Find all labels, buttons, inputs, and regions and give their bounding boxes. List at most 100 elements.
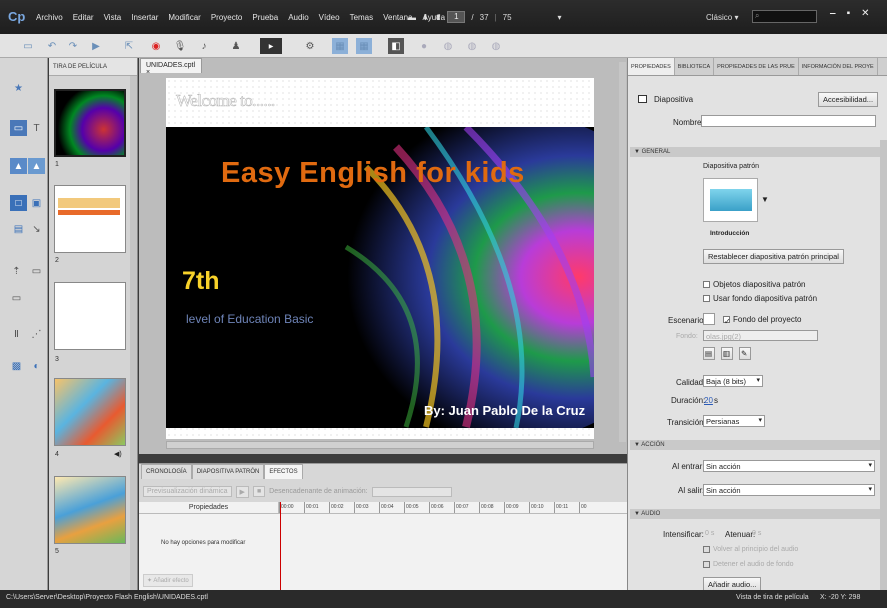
maximize-icon[interactable]: ▪ xyxy=(847,8,851,19)
publish-icon[interactable]: ⇱ xyxy=(121,38,137,54)
background-field[interactable]: olas.jpg(2) xyxy=(703,330,818,341)
minimize-icon[interactable]: ‒ xyxy=(830,8,836,19)
slide-welcome-text[interactable]: Welcome to...... xyxy=(176,91,276,111)
section-general[interactable]: ▼ GENERAL xyxy=(630,147,880,157)
text-box-icon[interactable]: Ⅱ xyxy=(8,326,25,342)
timeline-playhead[interactable] xyxy=(280,502,281,591)
preview-icon[interactable]: ▶ xyxy=(88,38,104,54)
slide-layout-icon[interactable]: ▦ xyxy=(332,38,348,54)
menu-editar[interactable]: Editar xyxy=(73,13,94,22)
arrow-down-icon[interactable]: ⬇ xyxy=(422,13,429,22)
save-icon[interactable]: ▭ xyxy=(20,38,36,54)
menu-archivo[interactable]: Archivo xyxy=(36,13,63,22)
menu-proyecto[interactable]: Proyecto xyxy=(211,13,243,22)
time-ruler[interactable]: 00:00 00:01 00:02 00:03 00:04 00:05 00:06 00:07… xyxy=(279,502,627,514)
slide-thumbnail-1[interactable] xyxy=(54,89,126,157)
tab-propiedades[interactable]: PROPIEDADES xyxy=(628,58,675,75)
record-icon[interactable]: ◉ xyxy=(148,38,164,54)
video-icon[interactable]: ◐ xyxy=(28,358,45,374)
pointer-icon[interactable]: ↘ xyxy=(28,221,45,237)
stage-color-swatch[interactable] xyxy=(703,313,715,325)
transition-select[interactable]: Persianas ▾ xyxy=(703,415,765,427)
browse-icon[interactable]: ▤ xyxy=(703,347,715,360)
live-preview-button[interactable]: Previsualización dinámica xyxy=(143,486,232,497)
tab-informacion-proyecto[interactable]: INFORMACIÓN DEL PROYE xyxy=(799,58,878,75)
arrow-up-icon[interactable]: ⬆ xyxy=(435,13,442,22)
zoom-dropdown-icon[interactable]: ▾ xyxy=(558,13,562,22)
slide-master-icon[interactable]: ▦ xyxy=(356,38,372,54)
edit-icon[interactable]: ✎ xyxy=(739,347,751,360)
sync-icon[interactable]: ◍ xyxy=(488,38,504,54)
music-icon[interactable]: ♪ xyxy=(196,38,212,54)
workspace-switcher[interactable]: Clásico ▾ xyxy=(706,13,738,22)
fade-in-value[interactable]: 0 s xyxy=(705,530,714,537)
comment-icon[interactable]: ◍ xyxy=(464,38,480,54)
slides-icon[interactable]: ▬ xyxy=(408,13,416,22)
caption-icon[interactable]: ▭ xyxy=(10,120,27,136)
media-icon[interactable]: ▩ xyxy=(8,358,25,374)
section-action[interactable]: ▼ ACCIÓN xyxy=(630,440,880,450)
interaction-icon[interactable]: ⚙ xyxy=(302,38,318,54)
slide-thumbnail-4[interactable] xyxy=(54,378,126,446)
menu-insertar[interactable]: Insertar xyxy=(131,13,158,22)
chart-icon[interactable]: ▲ xyxy=(28,158,45,174)
zoom-level[interactable]: 75 xyxy=(503,13,512,22)
microphone-icon[interactable]: 🎙 xyxy=(172,38,188,54)
tab-propiedades-prueba[interactable]: PROPIEDADES DE LAS PRUE xyxy=(714,58,799,75)
play-icon[interactable]: ▶ xyxy=(235,485,249,498)
add-effect-button[interactable]: ✦ Añadir efecto xyxy=(143,574,193,587)
theme-icon[interactable]: ◧ xyxy=(388,38,404,54)
slide-grade[interactable]: 7th xyxy=(182,267,220,296)
slide-title[interactable]: Easy English for kids xyxy=(221,157,525,190)
input-icon[interactable]: ▭ xyxy=(8,290,25,306)
properties-scrollbar[interactable] xyxy=(880,140,887,590)
on-exit-select[interactable]: Sin acción ▾ xyxy=(703,484,875,496)
menu-prueba[interactable]: Prueba xyxy=(252,13,278,22)
master-dropdown-icon[interactable]: ▼ xyxy=(761,195,769,204)
slide-thumbnail-3[interactable] xyxy=(54,282,126,350)
review-icon[interactable]: ◍ xyxy=(440,38,456,54)
master-objects-checkbox[interactable]: Objetos diapositiva patrón xyxy=(703,280,806,289)
close-icon[interactable]: ✕ xyxy=(861,8,869,19)
text-icon[interactable]: T xyxy=(28,120,45,136)
stop-bg-audio-checkbox[interactable]: Detener el audio de fondo xyxy=(703,561,794,568)
name-field[interactable] xyxy=(701,115,876,127)
section-audio[interactable]: ▼ AUDIO xyxy=(630,509,880,519)
accessibility-button[interactable]: Accesibilidad... xyxy=(818,92,879,107)
tab-diapositiva-patron[interactable]: DIAPOSITIVA PATRÓN xyxy=(191,464,265,479)
current-page-input[interactable]: 1 xyxy=(447,11,466,23)
mouse-icon[interactable]: ⇡ xyxy=(8,263,25,279)
undo-icon[interactable]: ↶ xyxy=(44,38,60,54)
shape-icon[interactable]: □ xyxy=(10,195,27,211)
path-icon[interactable]: ⋰ xyxy=(28,326,45,342)
delete-icon[interactable]: ▥ xyxy=(721,347,733,360)
master-bg-checkbox[interactable]: Usar fondo diapositiva patrón xyxy=(703,294,817,303)
image-icon[interactable]: ▲ xyxy=(10,158,27,174)
share-icon[interactable]: ● xyxy=(416,38,432,54)
slide-thumbnail-2[interactable] xyxy=(54,185,126,253)
project-bg-checkbox[interactable]: ✓ Fondo del proyecto xyxy=(723,315,802,326)
tab-efectos[interactable]: EFECTOS xyxy=(264,464,303,479)
highlight-icon[interactable]: ▤ xyxy=(10,221,27,237)
duration-value[interactable]: 20 xyxy=(704,396,713,405)
tab-cronologia[interactable]: CRONOLOGÍA xyxy=(141,464,192,479)
stop-icon[interactable]: ■ xyxy=(252,486,266,497)
stage-horizontal-scrollbar[interactable] xyxy=(166,441,594,449)
loop-audio-checkbox[interactable]: Volver al principio del audio xyxy=(703,546,798,553)
document-tab[interactable]: UNIDADES.cptl × xyxy=(140,58,202,76)
help-search-input[interactable]: ⌕ xyxy=(752,10,817,23)
master-slide-thumbnail[interactable] xyxy=(703,178,758,222)
on-enter-select[interactable]: Sin acción ▾ xyxy=(703,460,875,472)
button-icon[interactable]: ▭ xyxy=(28,263,45,279)
filmstrip-scrollbar[interactable] xyxy=(130,76,137,590)
trigger-dropdown[interactable] xyxy=(371,486,452,497)
stage-vertical-scrollbar[interactable] xyxy=(619,62,626,442)
menu-temas[interactable]: Temas xyxy=(350,13,374,22)
menu-vista[interactable]: Vista xyxy=(104,13,122,22)
menu-modificar[interactable]: Modificar xyxy=(168,13,200,22)
quality-select[interactable]: Baja (8 bits) ▾ xyxy=(703,375,763,387)
widget-icon[interactable]: ▣ xyxy=(28,195,45,211)
slide-author[interactable]: By: Juan Pablo De la Cruz xyxy=(424,403,585,418)
menu-audio[interactable]: Audio xyxy=(288,13,308,22)
reset-master-button[interactable]: Restablecer diapositiva patrón principal xyxy=(703,249,844,264)
